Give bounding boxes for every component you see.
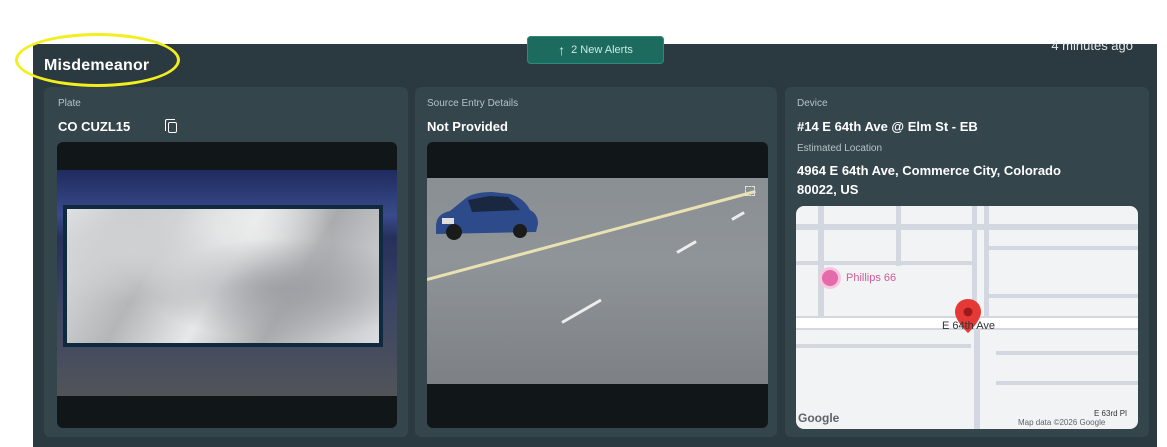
map-street	[986, 294, 1138, 298]
map-street	[896, 206, 901, 266]
plate-image[interactable]	[57, 142, 397, 428]
lane-dash	[731, 211, 745, 221]
highlight-annotation	[15, 33, 180, 87]
copy-icon[interactable]	[165, 119, 177, 133]
map-attribution: Map data ©2026 Google	[1018, 418, 1106, 427]
new-alerts-button[interactable]: ↑ 2 New Alerts	[527, 36, 664, 64]
plate-photo	[63, 205, 383, 347]
map-street	[996, 381, 1138, 385]
map-street	[796, 224, 1138, 230]
map-street	[796, 344, 971, 348]
location-label: Estimated Location	[797, 143, 883, 154]
source-label: Source Entry Details	[427, 98, 519, 109]
poi-pin-icon[interactable]	[822, 270, 838, 286]
location-line2: 80022, US	[797, 182, 859, 197]
lane-dash	[676, 240, 697, 254]
device-value: #14 E 64th Ave @ Elm St - EB	[797, 119, 978, 134]
device-card: Device #14 E 64th Ave @ Elm St - EB Esti…	[785, 87, 1149, 437]
street-label: E 64th Ave	[942, 320, 996, 332]
plate-card: Plate CO CUZL15	[44, 87, 408, 437]
map-street	[796, 261, 976, 265]
source-card: Source Entry Details Not Provided	[415, 87, 777, 437]
location-map[interactable]: Phillips 66 E 64th Ave E 63rd Pl Google …	[796, 206, 1138, 429]
timestamp: 4 minutes ago	[1051, 38, 1133, 53]
map-street	[986, 246, 1138, 250]
map-street	[996, 351, 1138, 355]
vehicle-photo	[427, 178, 768, 384]
map-street	[974, 330, 980, 429]
vehicle-image[interactable]	[427, 142, 768, 428]
location-line1: 4964 E 64th Ave, Commerce City, Colorado	[797, 163, 1061, 178]
street-label-2: E 63rd Pl	[1094, 409, 1127, 418]
new-alerts-label: 2 New Alerts	[571, 44, 633, 56]
map-street	[984, 206, 989, 316]
google-logo: Google	[798, 411, 840, 425]
source-value: Not Provided	[427, 119, 508, 134]
lane-dash	[561, 298, 602, 324]
poi-label: Phillips 66	[846, 272, 897, 284]
plate-value: CO CUZL15	[58, 119, 131, 134]
plate-label: Plate	[58, 98, 81, 109]
device-label: Device	[797, 98, 828, 109]
expand-icon[interactable]	[745, 186, 755, 196]
vehicle	[436, 192, 538, 240]
arrow-up-icon: ↑	[558, 42, 566, 58]
